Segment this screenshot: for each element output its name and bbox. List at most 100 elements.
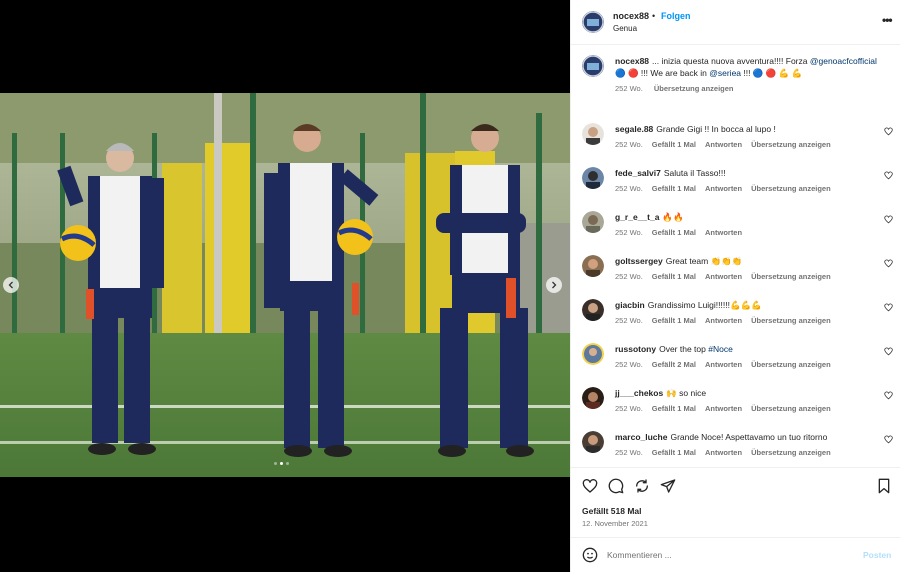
comment-likes-link[interactable]: Gefällt 1 Mal <box>652 448 696 457</box>
comment-username[interactable]: goltssergey <box>615 256 663 266</box>
caption-username[interactable]: nocex88 <box>615 56 649 66</box>
post-location[interactable]: Genua <box>613 24 637 33</box>
comment-text: 🙌 so nice <box>666 388 707 398</box>
author-username[interactable]: nocex88 <box>613 11 649 21</box>
comment-username[interactable]: jj___chekos <box>615 388 663 398</box>
emoji-picker-button[interactable] <box>582 547 598 563</box>
chevron-right-icon <box>552 281 557 289</box>
post-photo[interactable] <box>0 93 570 477</box>
carousel-dot <box>274 462 277 465</box>
commenter-avatar[interactable] <box>582 255 604 277</box>
commenter-avatar[interactable] <box>582 299 604 321</box>
comment-username[interactable]: g_r_e__t_a <box>615 212 659 222</box>
carousel-dot <box>286 462 289 465</box>
comment-input[interactable] <box>607 547 847 563</box>
post-like-count[interactable]: Gefällt 518 Mal <box>582 506 642 516</box>
avatar-image <box>582 167 604 189</box>
reply-link[interactable]: Antworten <box>705 448 742 457</box>
mention-link[interactable]: @seriea <box>709 68 741 78</box>
save-post-button[interactable] <box>876 478 892 494</box>
comment-likes-link[interactable]: Gefällt 1 Mal <box>652 404 696 413</box>
heart-icon <box>884 171 893 180</box>
translate-link[interactable]: Übersetzung anzeigen <box>751 272 831 281</box>
post-comment-button[interactable]: Posten <box>863 550 891 560</box>
comment-like-button[interactable] <box>884 303 893 312</box>
translate-link[interactable]: Übersetzung anzeigen <box>751 360 831 369</box>
translate-link[interactable]: Übersetzung anzeigen <box>751 316 831 325</box>
translate-link[interactable]: Übersetzung anzeigen <box>751 184 831 193</box>
commenter-avatar[interactable] <box>582 387 604 409</box>
follow-button[interactable]: Folgen <box>661 11 691 21</box>
send-post-button[interactable] <box>660 478 676 494</box>
carousel-next-button[interactable] <box>546 277 562 293</box>
commenter-avatar[interactable] <box>582 343 604 365</box>
send-icon <box>660 479 676 493</box>
comment-like-button[interactable] <box>884 259 893 268</box>
caption-text: !!! 🔵 🔴 💪 💪 <box>741 68 803 78</box>
heart-icon <box>884 303 893 312</box>
comment-age: 252 Wo. <box>615 448 643 457</box>
reply-link[interactable]: Antworten <box>705 404 742 413</box>
heart-icon <box>884 435 893 444</box>
comment-like-button[interactable] <box>884 127 893 136</box>
author-avatar[interactable] <box>582 11 604 33</box>
heart-icon <box>582 479 598 493</box>
reply-link[interactable]: Antworten <box>705 140 742 149</box>
comments-list[interactable]: nocex88... inizia questa nuova avventura… <box>571 45 900 467</box>
comment-likes-link[interactable]: Gefällt 2 Mal <box>652 360 696 369</box>
comment-like-button[interactable] <box>884 171 893 180</box>
comment-body: fede_salvi7 Saluta il Tasso!!! 252 Wo. Gef… <box>615 167 877 195</box>
post-header: nocex88 • Folgen Genua ••• <box>571 0 900 45</box>
comment-username[interactable]: segale.88 <box>615 124 653 134</box>
comment-likes-link[interactable]: Gefällt 1 Mal <box>652 316 696 325</box>
comment-meta: 252 Wo. Gefällt 1 Mal Antworten <box>615 227 877 239</box>
comment-post-button[interactable] <box>608 478 624 494</box>
hashtag-link[interactable]: #Noce <box>708 344 733 354</box>
mention-link[interactable]: @genoacfcofficial <box>810 56 877 66</box>
heart-icon <box>884 127 893 136</box>
translate-link[interactable]: Übersetzung anzeigen <box>751 404 831 413</box>
reply-link[interactable]: Antworten <box>705 184 742 193</box>
reply-link[interactable]: Antworten <box>705 316 742 325</box>
carousel-prev-button[interactable] <box>3 277 19 293</box>
comment-likes-link[interactable]: Gefällt 1 Mal <box>652 184 696 193</box>
author-avatar[interactable] <box>582 55 604 77</box>
bookmark-icon <box>878 478 890 494</box>
comment-likes-link[interactable]: Gefällt 1 Mal <box>652 228 696 237</box>
comment-likes-link[interactable]: Gefällt 1 Mal <box>652 140 696 149</box>
comment-age: 252 Wo. <box>615 228 643 237</box>
comment-age: 252 Wo. <box>615 272 643 281</box>
commenter-avatar[interactable] <box>582 211 604 233</box>
translate-link[interactable]: Übersetzung anzeigen <box>654 84 734 93</box>
comment-body: jj___chekos 🙌 so nice 252 Wo. Gefällt 1 Ma… <box>615 387 877 415</box>
comment-username[interactable]: marco_luche <box>615 432 667 442</box>
comment-like-button[interactable] <box>884 391 893 400</box>
comment-text: Saluta il Tasso!!! <box>663 168 726 178</box>
comment-body: goltssergey Great team 👏👏👏 252 Wo. Gefällt… <box>615 255 877 283</box>
translate-link[interactable]: Übersetzung anzeigen <box>751 140 831 149</box>
comment-body: segale.88 Grande Gigi !! In bocca al lupo… <box>615 123 877 151</box>
comment-likes-link[interactable]: Gefällt 1 Mal <box>652 272 696 281</box>
comment-body: marco_luche Grande Noce! Aspettavamo un t… <box>615 431 877 459</box>
commenter-avatar[interactable] <box>582 167 604 189</box>
like-post-button[interactable] <box>582 478 598 494</box>
comment-like-button[interactable] <box>884 347 893 356</box>
heart-icon <box>884 259 893 268</box>
comment-username[interactable]: giacbin <box>615 300 645 310</box>
comment-like-button[interactable] <box>884 215 893 224</box>
commenter-avatar[interactable] <box>582 123 604 145</box>
more-options-icon[interactable]: ••• <box>882 13 893 27</box>
comment-like-button[interactable] <box>884 435 893 444</box>
reply-link[interactable]: Antworten <box>705 272 742 281</box>
reply-link[interactable]: Antworten <box>705 228 742 237</box>
share-icon <box>636 479 648 493</box>
comment-username[interactable]: russotony <box>615 344 656 354</box>
reply-link[interactable]: Antworten <box>705 360 742 369</box>
share-post-button[interactable] <box>634 478 650 494</box>
translate-link[interactable]: Übersetzung anzeigen <box>751 448 831 457</box>
emoji-icon <box>582 547 598 563</box>
comment-meta: 252 Wo. Gefällt 2 Mal Antworten Übersetzung… <box>615 359 877 371</box>
comment-username[interactable]: fede_salvi7 <box>615 168 661 178</box>
chevron-left-icon <box>8 281 13 289</box>
commenter-avatar[interactable] <box>582 431 604 453</box>
